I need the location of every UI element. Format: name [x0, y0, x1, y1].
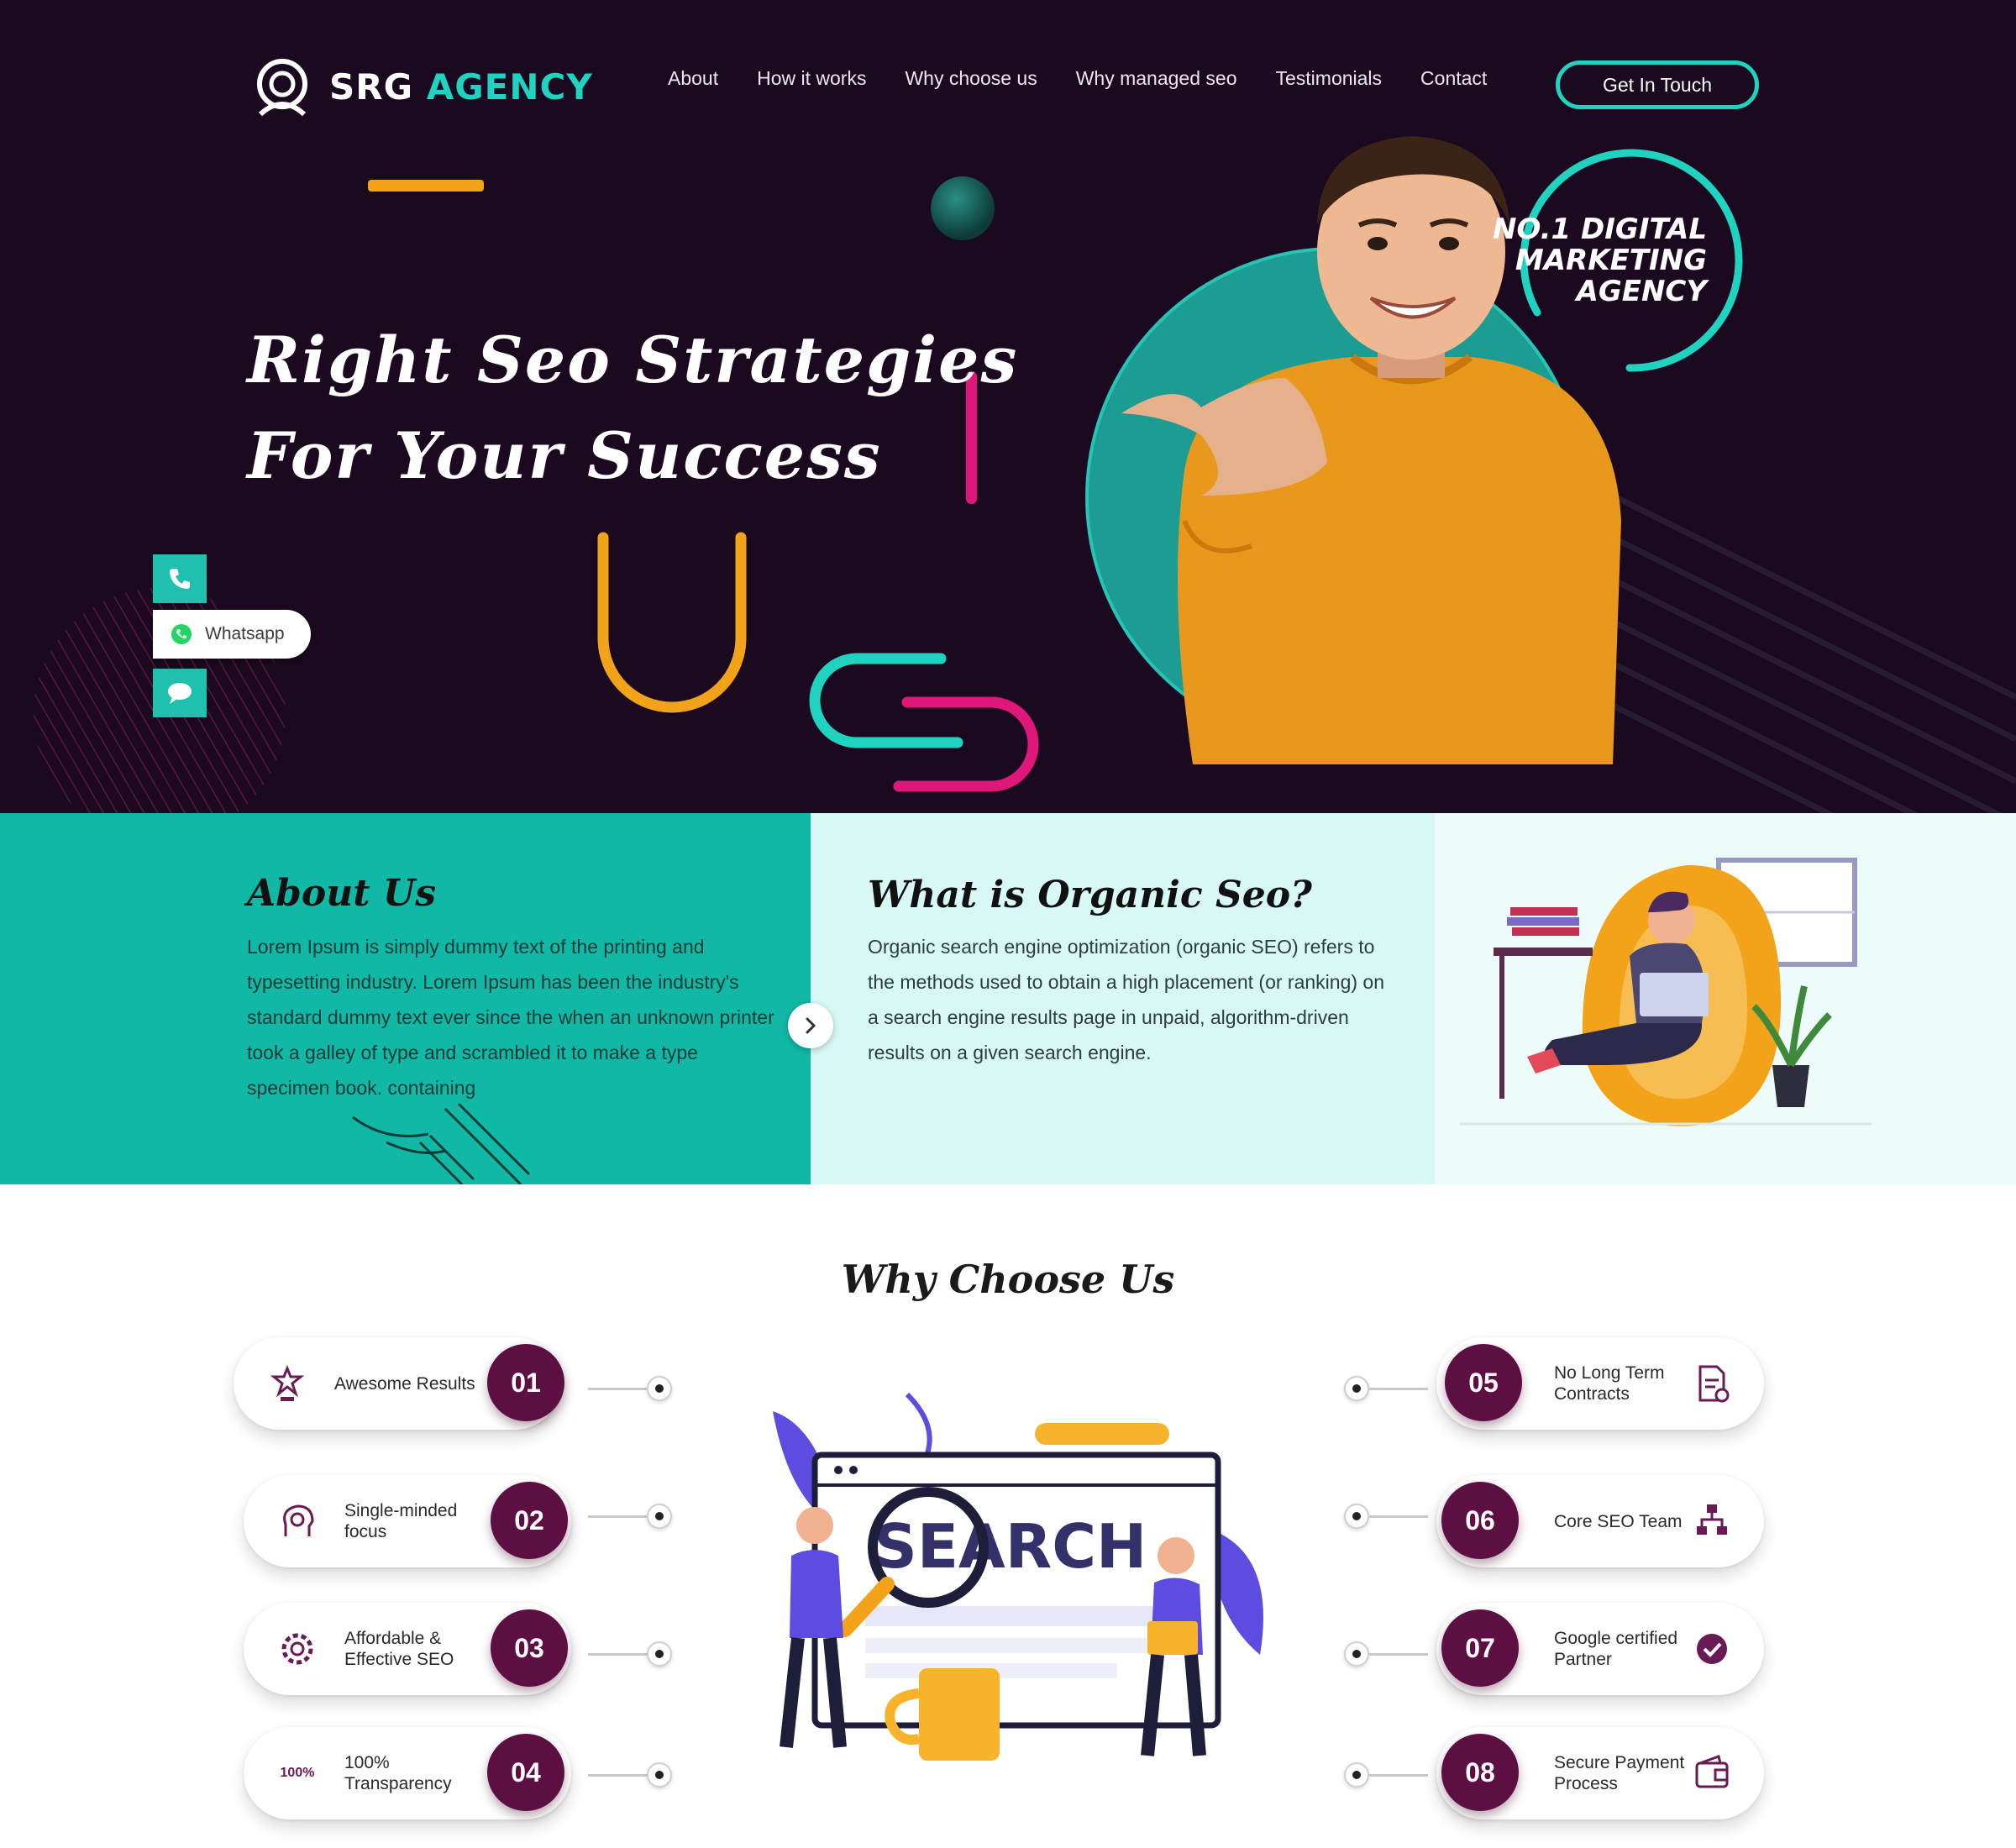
feature-label-02: Single-minded focus — [344, 1501, 458, 1541]
contract-icon — [1688, 1360, 1735, 1407]
feature-connector-01 — [588, 1376, 672, 1401]
feature-connector-05 — [1344, 1376, 1428, 1401]
brand-name-part2: AGENCY — [426, 66, 593, 108]
phone-button[interactable] — [153, 554, 207, 603]
brand-logo[interactable]: SRG AGENCY — [249, 55, 593, 118]
nav-link-why-choose-us[interactable]: Why choose us — [905, 67, 1037, 90]
feature-number-01: 01 — [487, 1344, 564, 1421]
feature-label-05: No Long Term Contracts — [1554, 1363, 1665, 1404]
badge-line3: AGENCY — [1576, 275, 1707, 308]
badge-line2: MARKETING — [1515, 244, 1707, 277]
phone-icon — [170, 569, 190, 589]
feature-connector-06 — [1344, 1504, 1428, 1529]
whatsapp-icon — [171, 624, 192, 644]
nav-link-how-it-works[interactable]: How it works — [757, 67, 866, 90]
hero-section: SRG AGENCY About How it works Why choose… — [0, 0, 2016, 813]
organic-seo-section: What is Organic Seo? Organic search engi… — [811, 813, 1435, 1184]
nav-link-contact[interactable]: Contact — [1420, 67, 1487, 90]
feature-label-04: 100% Transparency — [344, 1753, 452, 1793]
feature-number-03: 03 — [491, 1609, 568, 1687]
wallet-icon — [1688, 1750, 1735, 1797]
feature-number-05: 05 — [1445, 1344, 1522, 1421]
hero-title: Right Seo Strategies For Your Success — [247, 312, 1018, 504]
pencil-decoration — [352, 1102, 531, 1184]
search-word: SEARCH — [874, 1511, 1147, 1582]
feature-connector-08 — [1344, 1762, 1428, 1788]
certified-badge-icon — [1688, 1625, 1735, 1672]
reading-illustration-panel — [1435, 813, 2016, 1184]
organic-body: Organic search engine optimization (orga… — [868, 936, 1384, 1063]
chevron-right-icon — [806, 1017, 816, 1034]
feature-number-02: 02 — [491, 1482, 568, 1559]
brand-name: SRG AGENCY — [329, 66, 593, 108]
team-hierarchy-icon — [1688, 1498, 1735, 1545]
get-in-touch-button[interactable]: Get In Touch — [1556, 60, 1759, 109]
nav-link-why-managed-seo[interactable]: Why managed seo — [1076, 67, 1237, 90]
feature-label-07: Google certified Partner — [1554, 1629, 1678, 1669]
feature-label-01: Awesome Results — [334, 1373, 475, 1394]
nav-link-testimonials[interactable]: Testimonials — [1276, 67, 1383, 90]
why-choose-us-title: Why Choose Us — [841, 1257, 1175, 1302]
feature-number-07: 07 — [1441, 1609, 1519, 1687]
head-target-icon — [274, 1498, 321, 1545]
feature-connector-04 — [588, 1762, 672, 1788]
feature-number-08: 08 — [1441, 1734, 1519, 1811]
feature-connector-02 — [588, 1504, 672, 1529]
brand-name-part1: SRG — [329, 66, 414, 108]
feature-number-06: 06 — [1441, 1482, 1519, 1559]
trophy-icon — [264, 1360, 311, 1407]
search-illustration: SEARCH — [773, 1392, 1263, 1761]
feature-connector-03 — [588, 1641, 672, 1667]
organic-title: What is Organic Seo? — [868, 874, 1312, 916]
logo-icon — [257, 59, 307, 117]
whatsapp-button[interactable]: Whatsapp — [153, 610, 311, 659]
gear-target-icon — [274, 1625, 321, 1672]
whatsapp-label: Whatsapp — [205, 624, 285, 643]
percent-100-icon: 100% — [274, 1750, 321, 1797]
about-section: About Us Lorem Ipsum is simply dummy tex… — [0, 813, 811, 1184]
feature-number-04: 04 — [487, 1734, 564, 1811]
feature-label-06: Core SEO Team — [1554, 1511, 1683, 1531]
about-body: Lorem Ipsum is simply dummy text of the … — [247, 936, 774, 1099]
feature-connector-07 — [1344, 1641, 1428, 1667]
hero-title-line1: Right Seo Strategies — [247, 323, 1019, 397]
hero-title-line2: For Your Success — [247, 418, 882, 493]
chat-button[interactable] — [153, 669, 207, 717]
badge-line1: NO.1 DIGITAL — [1493, 213, 1707, 246]
percent-100-icon-text: 100% — [280, 1766, 315, 1780]
chat-icon — [168, 683, 192, 704]
person-on-beanbag-illustration — [1460, 858, 1872, 1126]
about-title: About Us — [247, 872, 437, 915]
feature-label-03: Affordable & Effective SEO — [344, 1629, 454, 1669]
main-nav: About How it works Why choose us Why man… — [668, 67, 1487, 90]
feature-label-08: Secure Payment Process — [1554, 1753, 1685, 1793]
next-arrow-button[interactable] — [788, 1003, 833, 1048]
nav-link-about[interactable]: About — [668, 67, 718, 90]
agency-badge: NO.1 DIGITAL MARKETING AGENCY — [1438, 214, 1707, 307]
